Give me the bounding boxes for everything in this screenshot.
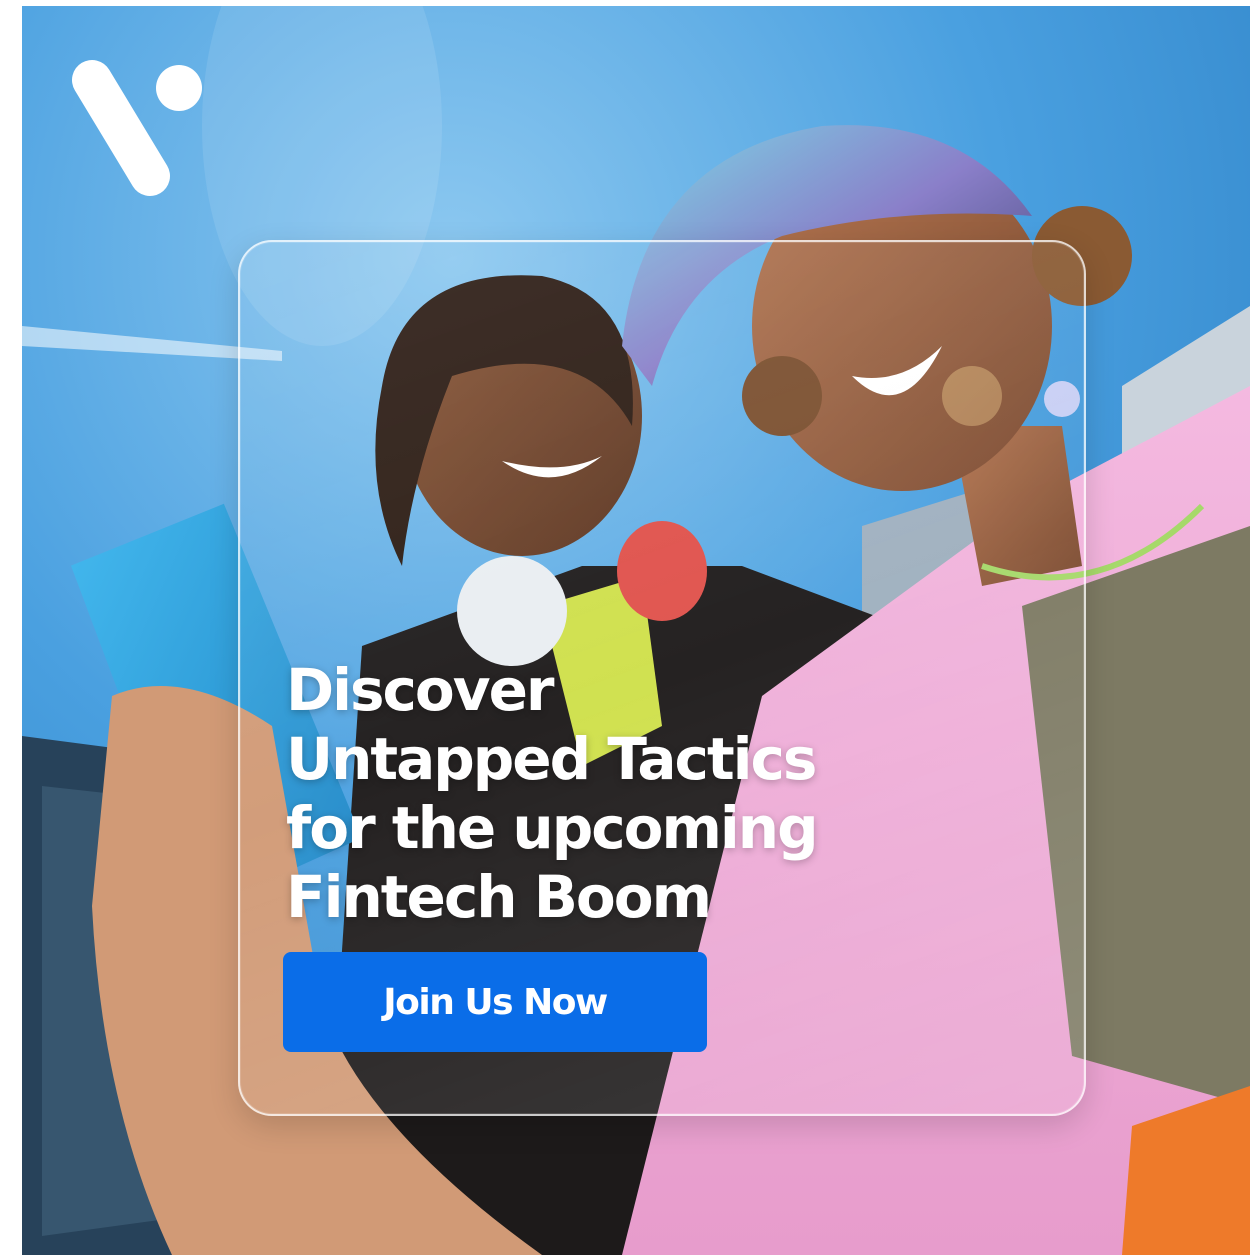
ad-banner: [22, 6, 1250, 1255]
headline-line-1: Discover: [286, 656, 555, 724]
headline-line-3: for the upcoming: [286, 794, 819, 862]
join-us-now-button[interactable]: Join Us Now: [283, 952, 707, 1052]
headline-line-2: Untapped Tactics: [286, 725, 817, 793]
v-logo-icon[interactable]: [72, 58, 202, 198]
headline: Discover Untapped Tactics for the upcomi…: [286, 656, 986, 932]
headline-line-4: Fintech Boom: [286, 863, 712, 931]
